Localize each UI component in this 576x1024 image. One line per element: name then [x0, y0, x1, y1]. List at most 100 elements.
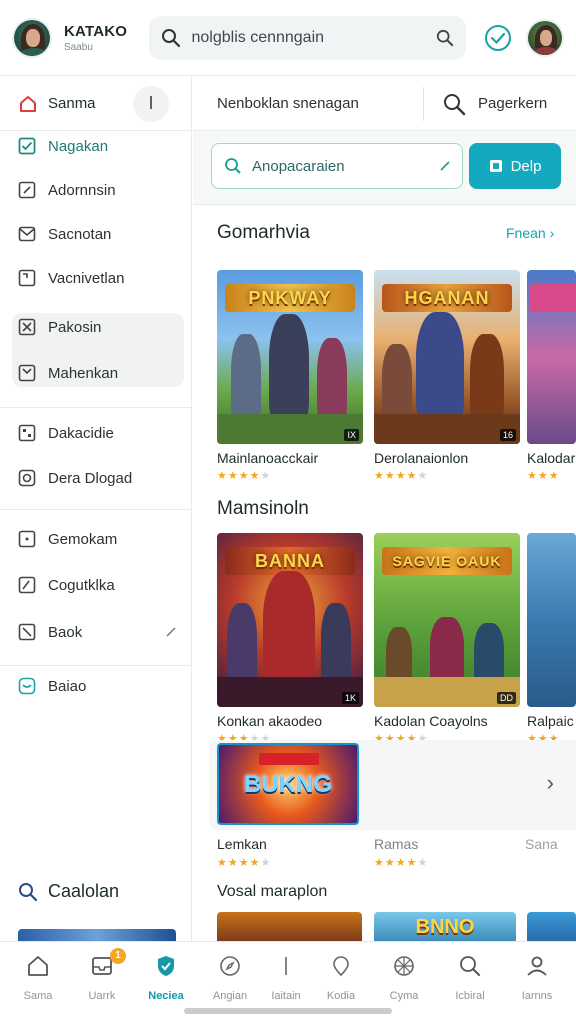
chevron-right-icon[interactable]: › [547, 770, 554, 796]
game-card[interactable]: HGANAN 16 Derolanaionlon ★★★★★ [374, 270, 520, 482]
search-submit-icon[interactable] [436, 29, 454, 47]
user-avatar[interactable] [526, 18, 564, 57]
sidebar-item-mahenkan[interactable]: Mahenkan [0, 351, 192, 395]
edit-square-icon [18, 181, 36, 199]
section-title: Gomarhvia [217, 222, 310, 243]
nav-label: Neciea [148, 990, 184, 1002]
nav-item-sama[interactable]: Sama [6, 952, 70, 1002]
nav-item-cyma[interactable]: Cyma [372, 952, 436, 1002]
sidebar-item-dakacidie[interactable]: Dakacidie [0, 411, 192, 455]
featured-label: Ramas [374, 836, 419, 852]
rating-stars: ★★★ [527, 470, 560, 482]
sidebar-item-label: Baok [48, 623, 83, 641]
pin-icon [329, 954, 353, 978]
dot-square-icon [18, 530, 36, 548]
game-title: Mainlanoacckair [217, 450, 319, 466]
close-square-icon [18, 623, 36, 641]
search-icon [18, 882, 38, 902]
rating-stars: ★★★★★ [217, 857, 272, 869]
sidebar-search-section[interactable]: Caalolan [18, 881, 119, 902]
see-all-link[interactable]: Fnean › [506, 225, 554, 241]
sidebar-item-nagakan[interactable]: Nagakan [0, 124, 192, 168]
age-rating-badge: 1K [341, 692, 359, 704]
sidebar-item-vacnivetlan[interactable]: Vacnivetlan [0, 256, 192, 300]
filter-icon [489, 159, 503, 173]
game-card-image: PNKWAY IX [217, 270, 363, 444]
search-icon[interactable] [442, 92, 466, 116]
sidebar-divider [0, 509, 192, 510]
close-square-icon [18, 318, 36, 336]
nav-item-iarnns[interactable]: Iarnns [505, 952, 569, 1002]
search-icon [161, 28, 181, 48]
header-divider [423, 86, 424, 121]
search-icon [458, 954, 482, 978]
app-subtitle: Saabu [64, 41, 93, 53]
featured-labels: Lemkan ★★★★★ Ramas ★★★★★ Sana [217, 836, 576, 876]
sidebar-item-label: Mahenkan [48, 364, 119, 382]
game-card-image [527, 533, 576, 707]
filter-apply-button[interactable]: Delp [469, 143, 561, 189]
sidebar-item-baok[interactable]: Baok [0, 610, 192, 654]
sidebar-item-gemokam[interactable]: Gemokam [0, 517, 192, 561]
filter-bar: Anopacaraien Delp [193, 131, 576, 205]
game-card-image [527, 270, 576, 444]
home-indicator[interactable] [184, 1008, 392, 1014]
sidebar-item-dera-dlogad[interactable]: Dera Dlogad [0, 456, 192, 500]
page-corner-icon [18, 269, 36, 287]
rating-stars: ★★★★★ [374, 470, 429, 482]
game-banner: PNKWAY [225, 284, 355, 312]
game-card[interactable]: SAGVIE OAUK DD Kadolan Coayolns ★★★★★ [374, 533, 520, 745]
top-app-bar: KATAKO Saabu nolgblis cennngain [0, 0, 576, 76]
profile-link[interactable]: Pagerkern [478, 95, 547, 112]
game-card[interactable]: PNKWAY IX Mainlanoacckair ★★★★★ [217, 270, 363, 482]
see-all-label: Fnean [506, 225, 546, 241]
shield-icon [154, 954, 178, 978]
sidebar-header-label[interactable]: Sanma [48, 95, 133, 112]
game-card-peek[interactable] [217, 912, 362, 942]
filter-value: Anopacaraien [252, 157, 345, 175]
game-card[interactable]: BANNA 1K Konkan akaodeo ★★★★★ [217, 533, 363, 745]
sidebar-item-pakosin[interactable]: Pakosin [0, 305, 192, 349]
sidebar-item-label: Dakacidie [48, 424, 114, 442]
app-name: KATAKO [64, 22, 128, 40]
game-banner [529, 284, 576, 312]
sidebar-item-baiao[interactable]: Baiao [0, 664, 192, 708]
pencil-icon[interactable] [166, 627, 176, 637]
nav-label: Sama [23, 990, 53, 1002]
compass-icon [218, 954, 242, 978]
bar-icon [274, 954, 298, 978]
nav-item-kodia[interactable]: Kodia [309, 952, 373, 1002]
sidebar-item-cogutklka[interactable]: Cogutklka [0, 563, 192, 607]
app-logo-avatar[interactable] [12, 17, 52, 58]
game-card[interactable]: Kalodar ★★★ [527, 270, 576, 482]
nav-label: Kodia [326, 990, 356, 1002]
nav-item-uarrk[interactable]: 1 Uarrk [70, 948, 134, 1002]
sidebar-item-adornnsin[interactable]: Adornnsin [0, 168, 192, 212]
sidebar-thumbnail[interactable] [18, 929, 176, 941]
filter-input[interactable]: Anopacaraien [211, 143, 463, 189]
sidebar: Sanma I Nagakan Adornnsin Sacnotan Vacni… [0, 77, 192, 941]
sidebar-item-sacnotan[interactable]: Sacnotan [0, 212, 192, 256]
game-title: Derolanaionlon [374, 450, 469, 466]
game-card-peek[interactable] [527, 912, 576, 942]
check-circle-icon[interactable] [484, 24, 512, 52]
sidebar-item-label: Baiao [48, 677, 87, 695]
edit-icon[interactable] [440, 161, 450, 171]
search-icon [224, 157, 242, 175]
game-card[interactable]: Ralpaic ★★★ [527, 533, 576, 745]
featured-row[interactable]: BUKNG › [209, 740, 576, 830]
nav-item-angian[interactable]: Angian [198, 952, 262, 1002]
globe-icon [392, 954, 416, 978]
sidebar-item-label: Pakosin [48, 318, 102, 336]
game-banner [531, 547, 576, 575]
game-card-peek[interactable]: BNNO [374, 912, 516, 942]
featured-banner: BUKNG [244, 771, 332, 798]
sidebar-toggle-button[interactable]: I [133, 85, 169, 122]
nav-item-neciea[interactable]: Neciea [134, 952, 198, 1002]
featured-label: Sana [525, 836, 558, 852]
search-input[interactable]: nolgblis cennngain [149, 15, 466, 60]
nav-item-icbiral[interactable]: Icbiral [438, 952, 502, 1002]
sidebar-item-label: Adornnsin [48, 181, 116, 199]
sidebar-item-label: Sacnotan [48, 225, 112, 243]
mail-icon [18, 225, 36, 243]
